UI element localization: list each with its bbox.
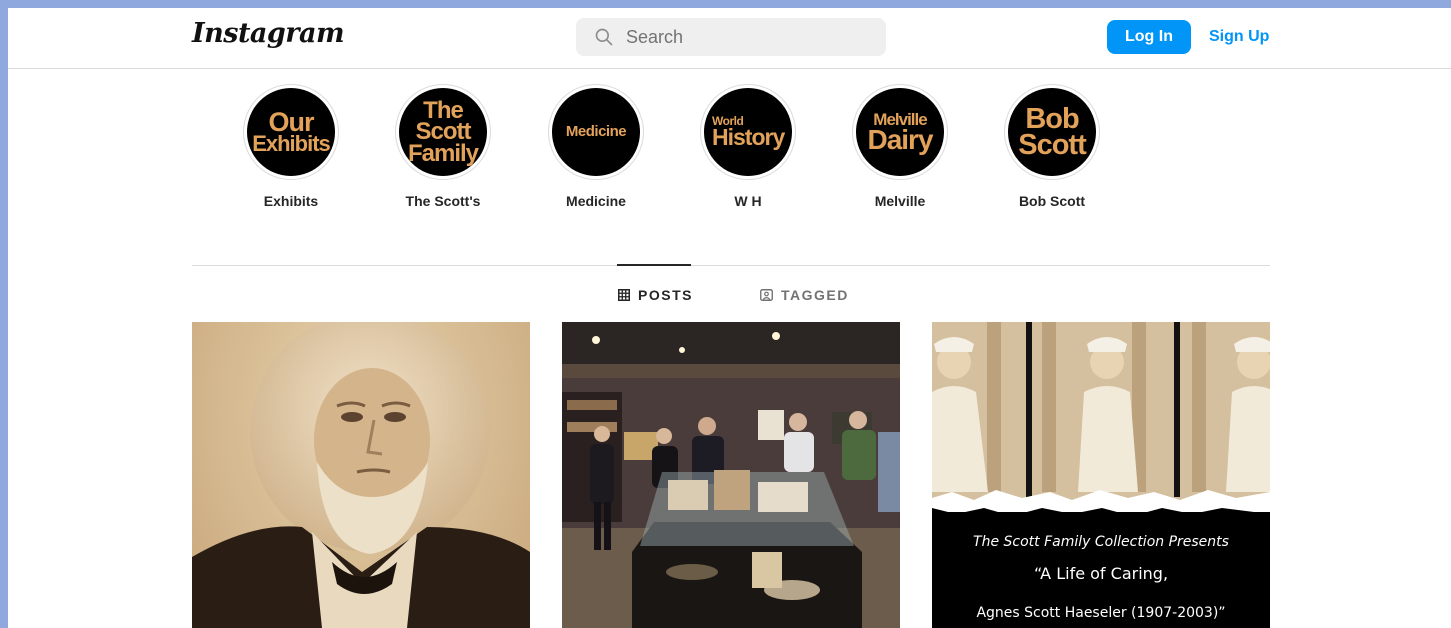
top-navigation-bar: Instagram Log In Sign Up <box>8 8 1451 69</box>
post-thumbnail[interactable] <box>562 322 900 628</box>
highlight-cover: Our Exhibits <box>243 84 339 180</box>
highlight-cover: Melville Dairy <box>852 84 948 180</box>
tagged-icon <box>760 289 773 301</box>
browser-viewport: Instagram Log In Sign Up Our Exhibits Ex… <box>8 8 1451 628</box>
search-input[interactable] <box>626 26 876 48</box>
highlight-cover-art: Medicine <box>552 88 640 176</box>
highlight-cover: The Scott Family <box>395 84 491 180</box>
highlight-exhibits[interactable]: Our Exhibits Exhibits <box>231 84 351 209</box>
highlight-cover-art: The Scott Family <box>399 88 487 176</box>
tab-label: POSTS <box>638 287 693 303</box>
highlight-bob-scott[interactable]: Bob Scott Bob Scott <box>992 84 1112 209</box>
highlight-melville[interactable]: Melville Dairy Melville <box>840 84 960 209</box>
tabs-divider <box>192 265 1270 266</box>
sign-up-link[interactable]: Sign Up <box>1209 28 1269 46</box>
highlight-label: Melville <box>874 193 926 209</box>
post-caption-line: “A Life of Caring, <box>1033 564 1169 583</box>
highlight-cover: World History <box>700 84 796 180</box>
highlight-cover-art: Bob Scott <box>1008 88 1096 176</box>
instagram-logo[interactable]: Instagram <box>192 18 345 49</box>
highlight-cover: Bob Scott <box>1004 84 1100 180</box>
log-in-button[interactable]: Log In <box>1107 20 1191 54</box>
post-thumbnail[interactable]: The Scott Family Collection Presents “A … <box>932 322 1270 628</box>
highlight-label: The Scott's <box>405 193 481 209</box>
active-tab-indicator <box>617 264 691 266</box>
highlight-label: Bob Scott <box>1018 193 1086 209</box>
portrait-photo <box>192 322 530 628</box>
highlight-cover-art: Our Exhibits <box>247 88 335 176</box>
search-icon <box>595 28 613 46</box>
post-caption-line: The Scott Family Collection Presents <box>973 534 1229 550</box>
highlight-cover-art: Melville Dairy <box>856 88 944 176</box>
highlight-cover-art: World History <box>704 88 792 176</box>
highlight-world-history[interactable]: World History W H <box>688 84 808 209</box>
highlight-label: Exhibits <box>263 193 319 209</box>
highlight-cover: Medicine <box>548 84 644 180</box>
highlight-label: W H <box>734 193 762 209</box>
tab-posts[interactable]: POSTS <box>618 287 693 303</box>
highlight-the-scotts[interactable]: The Scott Family The Scott's <box>383 84 503 209</box>
exhibit-room-photo <box>562 322 900 628</box>
search-box[interactable] <box>576 18 886 56</box>
post-caption-line: Agnes Scott Haeseler (1907-2003)” <box>976 605 1226 621</box>
tab-tagged[interactable]: TAGGED <box>760 287 849 303</box>
tab-label: TAGGED <box>781 287 849 303</box>
post-thumbnail[interactable] <box>192 322 530 628</box>
highlight-label: Medicine <box>566 193 626 209</box>
grid-icon <box>618 289 630 301</box>
highlight-medicine[interactable]: Medicine Medicine <box>536 84 656 209</box>
